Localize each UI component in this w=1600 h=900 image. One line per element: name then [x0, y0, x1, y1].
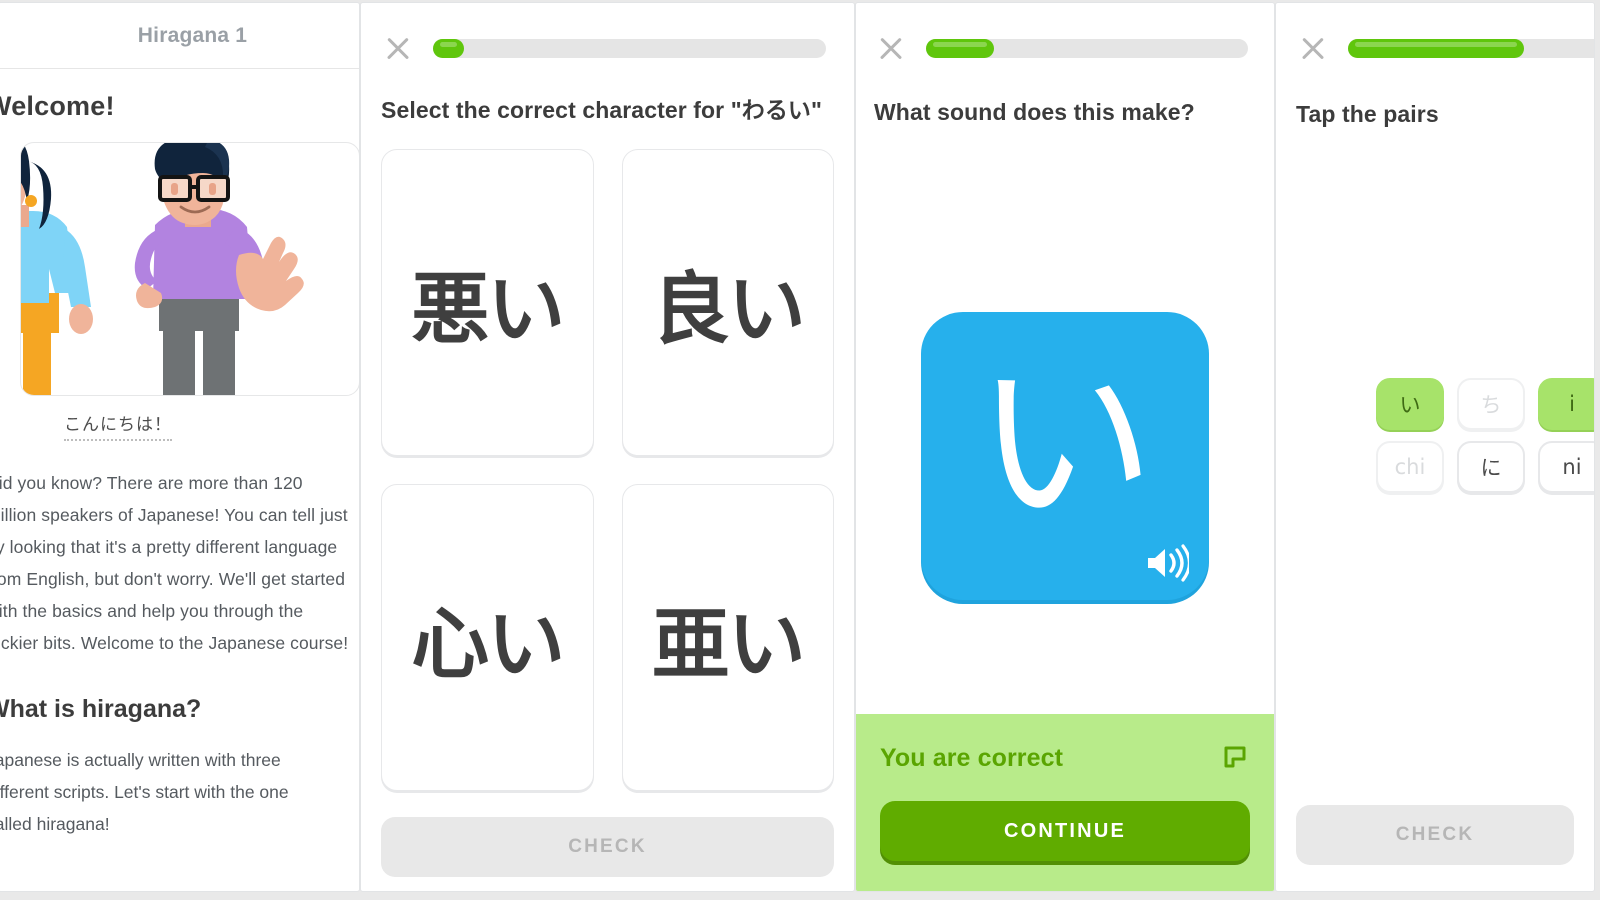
man-figure [134, 143, 304, 395]
pair-tile[interactable]: い [1376, 378, 1444, 430]
character-option-card[interactable]: 良い [621, 149, 834, 456]
pair-tile-label: ni [1562, 455, 1582, 479]
pair-tile[interactable]: i [1538, 378, 1594, 430]
close-icon[interactable] [381, 31, 415, 65]
pair-tile[interactable]: chi [1376, 441, 1444, 493]
check-button[interactable]: CHECK [1296, 805, 1574, 865]
intro-header: Hiragana 1 [0, 3, 359, 69]
feedback-message: You are correct [880, 744, 1064, 772]
lesson-progress-bar [1348, 38, 1594, 58]
character-option-label: 悪い [411, 264, 565, 355]
sound-card-stage: い [856, 126, 1274, 815]
pairs-grid: い ち i chi に ni [1376, 378, 1594, 493]
exercise-header-pairs [1276, 3, 1594, 65]
pair-tile-label: chi [1394, 455, 1426, 479]
lesson-progress-bar [433, 38, 826, 58]
exercise-prompt: Select the correct character for "わるい" [381, 97, 823, 123]
exercise-header-sound [856, 3, 1274, 65]
intro-heading-welcome: Welcome! [0, 91, 115, 121]
character-option-card[interactable]: 亜い [621, 484, 834, 791]
lesson-progress-fill [926, 38, 994, 58]
character-option-card[interactable]: 心い [381, 484, 594, 791]
character-option-label: 心い [411, 599, 565, 690]
pair-tile-label: ち [1480, 393, 1502, 417]
pair-tile-label: i [1569, 392, 1575, 416]
lesson-progress-bar [926, 38, 1248, 58]
tap-pairs-panel: Tap the pairs い ち i chi に ni CHECK [1275, 2, 1595, 892]
intro-body: Welcome! [0, 69, 359, 891]
check-button[interactable]: CHECK [381, 817, 834, 877]
screenshot-root: Hiragana 1 Welcome! [0, 0, 1600, 900]
character-option-label: 亜い [651, 599, 806, 690]
pair-tile[interactable]: に [1457, 441, 1525, 493]
audio-character-card[interactable]: い [921, 311, 1209, 600]
exercise-header-select [361, 3, 854, 65]
exercise-prompt: Tap the pairs [1296, 101, 1439, 127]
woman-figure [21, 143, 93, 395]
select-character-panel: Select the correct character for "わるい" 悪… [360, 2, 855, 892]
lesson-progress-fill [1348, 38, 1524, 58]
pairs-stage: い ち i chi に ni [1276, 128, 1594, 805]
pair-tile-label: に [1480, 456, 1502, 480]
continue-button[interactable]: CONTINUE [880, 801, 1250, 861]
flag-icon[interactable] [1220, 740, 1250, 770]
lesson-intro-panel: Hiragana 1 Welcome! [0, 2, 360, 892]
pair-tile[interactable]: ち [1457, 378, 1525, 430]
intro-paragraph-2: Japanese is actually written with three … [0, 750, 289, 834]
illustration-caption: こんにちは！ [64, 410, 172, 441]
illustration-card [20, 142, 359, 396]
page-title: Hiragana 1 [137, 23, 248, 47]
lesson-progress-fill [433, 38, 465, 58]
intro-heading-hiragana: What is hiragana? [0, 695, 202, 723]
character-option-card[interactable]: 悪い [381, 149, 594, 456]
two-people-illustration [21, 143, 304, 395]
exercise-prompt: What sound does this make? [874, 99, 1195, 125]
pair-tile[interactable]: ni [1538, 441, 1594, 493]
pair-tile-label: い [1399, 393, 1421, 417]
intro-paragraph-1: Did you know? There are more than 120 mi… [0, 473, 349, 653]
character-option-label: 良い [651, 264, 806, 355]
close-icon[interactable] [1296, 31, 1330, 65]
correct-feedback-banner: You are correct CONTINUE [856, 714, 1274, 891]
character-options-grid: 悪い 良い 心い 亜い [381, 149, 834, 791]
close-icon[interactable] [874, 31, 908, 65]
speaker-icon [1148, 543, 1189, 582]
sound-exercise-panel: What sound does this make? い i ni chi [855, 2, 1275, 892]
